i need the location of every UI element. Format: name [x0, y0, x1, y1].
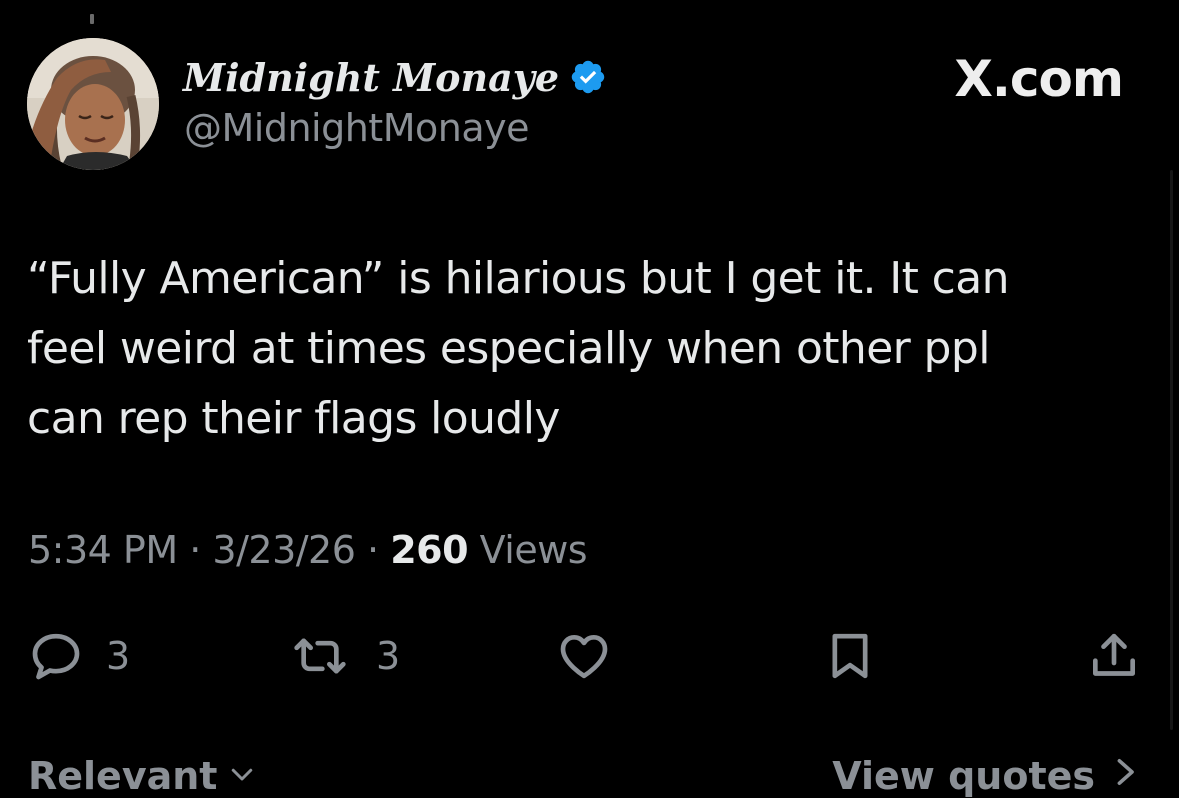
repost-button[interactable]: 3: [286, 628, 400, 684]
brand-watermark: X.com: [954, 50, 1124, 108]
reply-icon: [32, 633, 80, 680]
repost-icon: [294, 638, 346, 674]
author-display-name[interactable]: Midnight Monaye: [183, 55, 559, 100]
bookmark-icon: [832, 633, 868, 679]
meta-separator: ·: [367, 528, 379, 572]
heart-icon: [560, 635, 608, 679]
avatar[interactable]: [27, 38, 159, 170]
avatar-photo: [27, 38, 159, 170]
scrollbar-track: [1170, 170, 1173, 730]
view-quotes-label: View quotes: [832, 754, 1095, 798]
repost-count: 3: [376, 634, 401, 678]
views-count: 260: [390, 528, 469, 572]
views-label: Views: [479, 528, 588, 572]
tweet-text: “Fully American” is hilarious but I get …: [27, 244, 1117, 454]
tweet-text-line: can rep their flags loudly: [27, 393, 560, 444]
chevron-down-icon: [227, 754, 257, 798]
tweet-time[interactable]: 5:34 PM: [28, 528, 178, 572]
meta-separator: ·: [189, 528, 201, 572]
tweet-text-line: feel weird at times especially when othe…: [27, 323, 990, 374]
chevron-right-icon: [1111, 754, 1139, 798]
verified-badge-icon: [569, 58, 607, 96]
bookmark-button[interactable]: [822, 628, 878, 684]
reply-button[interactable]: 3: [28, 628, 130, 684]
tweet-date[interactable]: 3/23/26: [212, 528, 356, 572]
share-icon: [1093, 633, 1135, 676]
author-handle[interactable]: @MidnightMonaye: [184, 106, 529, 150]
reply-count: 3: [106, 634, 131, 678]
tweet-meta: 5:34 PM · 3/23/26 · 260 Views: [28, 528, 588, 572]
sort-label: Relevant: [28, 754, 218, 798]
sort-replies-dropdown[interactable]: Relevant: [28, 754, 257, 798]
author-name-row[interactable]: Midnight Monaye: [183, 52, 607, 102]
tweet-text-line: “Fully American” is hilarious but I get …: [27, 253, 1010, 304]
share-button[interactable]: [1086, 628, 1142, 684]
view-quotes-link[interactable]: View quotes: [832, 754, 1139, 798]
like-button[interactable]: [554, 628, 614, 684]
status-bar-fragment: [90, 14, 94, 24]
